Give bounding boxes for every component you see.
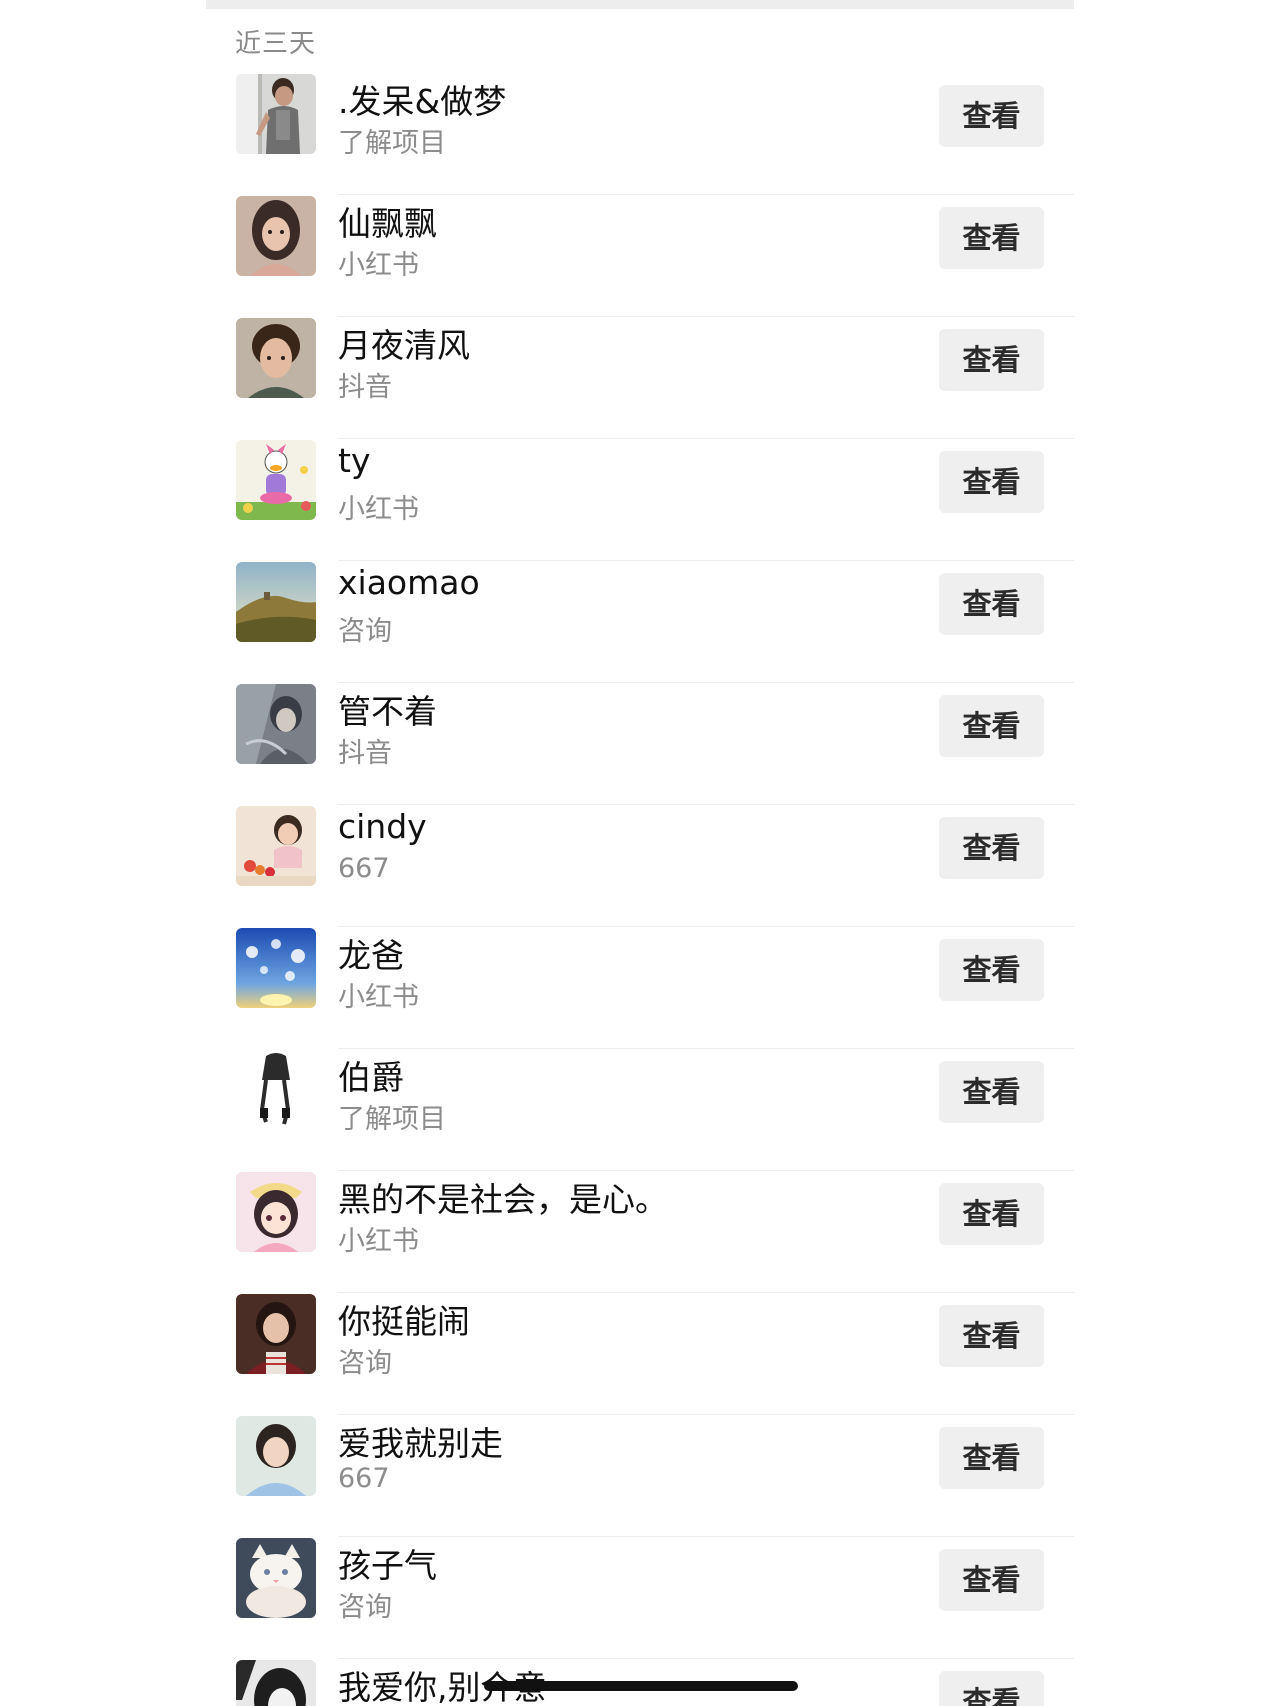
avatar[interactable] — [236, 684, 316, 764]
view-button[interactable]: 查看 — [939, 695, 1044, 757]
contact-source: 抖音 — [338, 738, 392, 769]
avatar[interactable] — [236, 1660, 316, 1706]
avatar[interactable] — [236, 1050, 316, 1130]
avatar[interactable] — [236, 1294, 316, 1374]
contact-name: 你挺能闹 — [338, 1302, 470, 1341]
top-strip — [206, 0, 1074, 9]
contact-source: 小红书 — [338, 250, 419, 281]
avatar[interactable] — [236, 1538, 316, 1618]
list-item[interactable]: ty 小红书 查看 — [206, 439, 1074, 561]
list-item[interactable]: cindy 667 查看 — [206, 805, 1074, 927]
view-button[interactable]: 查看 — [939, 207, 1044, 269]
contact-name: 仙飘飘 — [338, 204, 437, 243]
avatar[interactable] — [236, 74, 316, 154]
contact-source: 咨询 — [338, 616, 392, 647]
avatar[interactable] — [236, 562, 316, 642]
view-button[interactable]: 查看 — [939, 1061, 1044, 1123]
avatar[interactable] — [236, 928, 316, 1008]
avatar[interactable] — [236, 806, 316, 886]
contact-source: 小红书 — [338, 982, 419, 1013]
contact-name: ty — [338, 441, 371, 480]
avatar[interactable] — [236, 1172, 316, 1252]
view-button[interactable]: 查看 — [939, 1549, 1044, 1611]
list-item[interactable]: xiaomao 咨询 查看 — [206, 561, 1074, 683]
avatar[interactable] — [236, 1416, 316, 1496]
contact-name: cindy — [338, 807, 427, 846]
list-item[interactable]: 你挺能闹 咨询 查看 — [206, 1293, 1074, 1415]
contact-source: 了解项目 — [338, 128, 446, 159]
view-button[interactable]: 查看 — [939, 451, 1044, 513]
contact-name: 黑的不是社会，是心。 — [338, 1180, 668, 1219]
view-button[interactable]: 查看 — [939, 1305, 1044, 1367]
list-item[interactable]: 仙飘飘 小红书 查看 — [206, 195, 1074, 317]
contact-source: 667 — [338, 1463, 390, 1494]
avatar[interactable] — [236, 440, 316, 520]
list-item[interactable]: 孩子气 咨询 查看 — [206, 1537, 1074, 1659]
avatar[interactable] — [236, 318, 316, 398]
contact-name: 伯爵 — [338, 1058, 404, 1097]
recent-contacts-panel: 近三天 .发呆&做梦 了解项目 查看 仙飘飘 小红书 查看 月夜清风 抖音 查看 — [206, 9, 1074, 1706]
list-item[interactable]: 龙爸 小红书 查看 — [206, 927, 1074, 1049]
list-item[interactable]: 爱我就别走 667 查看 — [206, 1415, 1074, 1537]
contact-name: .发呆&做梦 — [338, 82, 507, 121]
contact-name: 孩子气 — [338, 1546, 437, 1585]
list-item[interactable]: 月夜清风 抖音 查看 — [206, 317, 1074, 439]
contact-name: 爱我就别走 — [338, 1424, 503, 1463]
contact-source: 了解项目 — [338, 1104, 446, 1135]
view-button[interactable]: 查看 — [939, 817, 1044, 879]
view-button[interactable]: 查看 — [939, 939, 1044, 1001]
view-button[interactable]: 查看 — [939, 1427, 1044, 1489]
home-indicator — [484, 1681, 798, 1691]
contact-name: 管不着 — [338, 692, 437, 731]
avatar[interactable] — [236, 196, 316, 276]
section-title: 近三天 — [235, 29, 317, 59]
view-button[interactable]: 查看 — [939, 1671, 1044, 1706]
contact-name: 月夜清风 — [338, 326, 470, 365]
view-button[interactable]: 查看 — [939, 1183, 1044, 1245]
contact-source: 抖音 — [338, 372, 392, 403]
view-button[interactable]: 查看 — [939, 85, 1044, 147]
view-button[interactable]: 查看 — [939, 573, 1044, 635]
list-item[interactable]: 管不着 抖音 查看 — [206, 683, 1074, 805]
contact-name: xiaomao — [338, 563, 480, 602]
list-item[interactable]: .发呆&做梦 了解项目 查看 — [206, 73, 1074, 195]
contact-name: 龙爸 — [338, 936, 404, 975]
contact-source: 咨询 — [338, 1348, 392, 1379]
contact-source: 小红书 — [338, 494, 419, 525]
list-item[interactable]: 黑的不是社会，是心。 小红书 查看 — [206, 1171, 1074, 1293]
list-item[interactable]: 伯爵 了解项目 查看 — [206, 1049, 1074, 1171]
view-button[interactable]: 查看 — [939, 329, 1044, 391]
contact-source: 咨询 — [338, 1592, 392, 1623]
contact-source: 667 — [338, 853, 390, 884]
contact-source: 小红书 — [338, 1226, 419, 1257]
